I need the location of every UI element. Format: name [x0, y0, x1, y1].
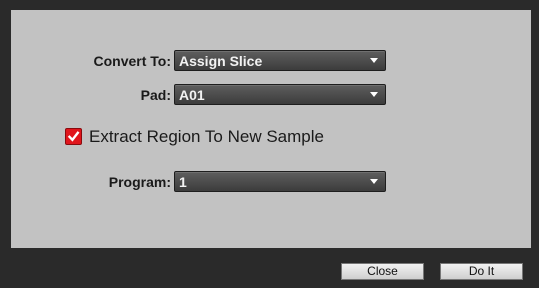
program-label: Program:: [108, 174, 171, 190]
pad-value: A01: [179, 87, 205, 103]
convert-dialog: Convert To: Assign Slice Pad: A01 Extrac…: [0, 0, 539, 288]
extract-region-label: Extract Region To New Sample: [89, 127, 324, 146]
close-button[interactable]: Close: [341, 263, 424, 280]
chevron-down-icon: [370, 179, 378, 184]
extract-region-checkbox[interactable]: [65, 128, 82, 145]
do-it-button[interactable]: Do It: [440, 263, 523, 280]
convert-to-dropdown[interactable]: Assign Slice: [174, 50, 386, 71]
checkmark-icon: [67, 131, 80, 142]
convert-to-label: Convert To:: [93, 53, 171, 69]
program-value: 1: [179, 174, 187, 190]
pad-label: Pad:: [140, 87, 171, 103]
pad-dropdown[interactable]: A01: [174, 84, 386, 105]
chevron-down-icon: [370, 58, 378, 63]
convert-to-value: Assign Slice: [179, 53, 263, 69]
chevron-down-icon: [370, 92, 378, 97]
program-dropdown[interactable]: 1: [174, 171, 386, 192]
